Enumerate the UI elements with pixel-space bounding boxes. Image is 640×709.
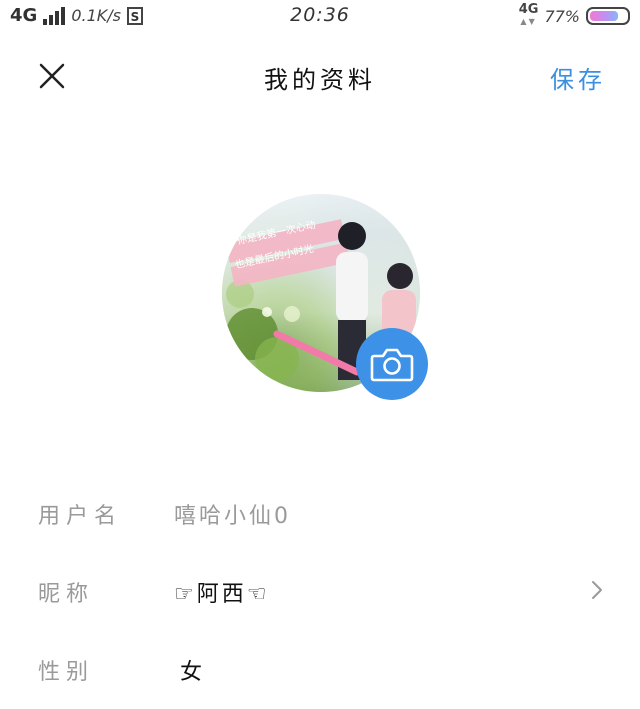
nickname-label: 昵称 xyxy=(38,582,95,607)
status-right: 4G ▲▼ 77% xyxy=(518,2,630,28)
gender-row[interactable]: 性别 女 xyxy=(0,642,640,702)
chevron-right-icon xyxy=(592,581,602,599)
camera-icon xyxy=(370,348,414,382)
change-avatar-button[interactable] xyxy=(356,328,428,400)
nickname-row[interactable]: 昵称 ☞阿西☜ xyxy=(0,564,640,624)
username-value: 嘻哈小仙0 xyxy=(174,504,291,529)
username-label: 用户名 xyxy=(38,504,123,529)
nav-header: 我的资料 保存 xyxy=(0,40,640,112)
data-arrows-icon: ▲▼ xyxy=(520,17,537,26)
avatar-section: 你是我第一次心动 也是最后的小时光 xyxy=(222,194,428,400)
username-row: 用户名 嘻哈小仙0 xyxy=(0,486,640,546)
battery-icon xyxy=(586,7,630,25)
battery-percent: 77% xyxy=(544,6,580,26)
network-label-right: 4G xyxy=(518,2,539,17)
nickname-value: ☞阿西☜ xyxy=(174,582,270,607)
status-bar: 4G 0.1K/s S 20:36 4G ▲▼ 77% xyxy=(0,0,640,32)
page-title: 我的资料 xyxy=(264,66,376,94)
network-type-right: 4G ▲▼ xyxy=(518,2,539,28)
gender-label: 性别 xyxy=(38,660,95,685)
save-button[interactable]: 保存 xyxy=(550,60,606,95)
gender-value: 女 xyxy=(180,660,206,685)
battery-fill xyxy=(590,11,618,21)
